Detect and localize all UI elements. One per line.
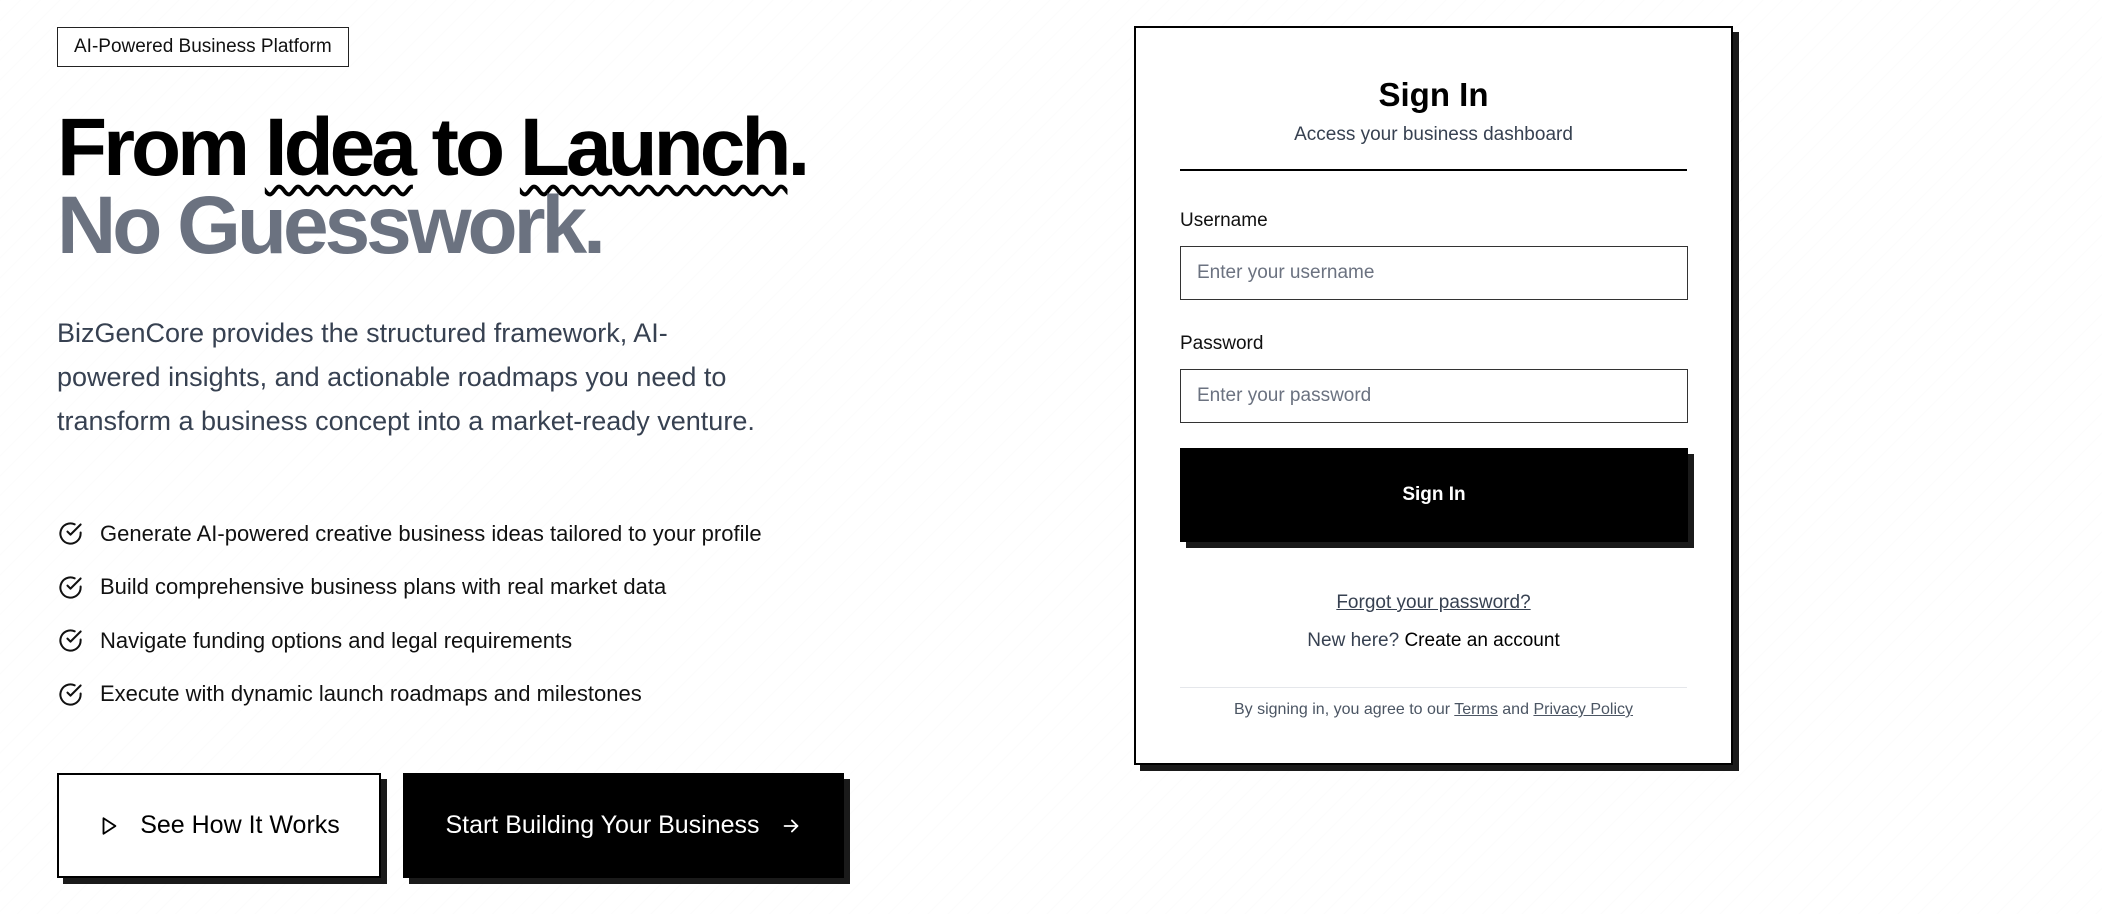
sign-in-subtitle: Access your business dashboard [1294,124,1573,145]
new-here-row: New here? Create an account [1136,630,1731,652]
privacy-policy-link[interactable]: Privacy Policy [1533,701,1633,718]
password-label: Password [1180,333,1264,354]
cta-group: See How It Works Start Building Your Bus… [57,773,844,878]
feature-text: Generate AI-powered creative business id… [100,520,762,546]
legal-notice: By signing in, you agree to our Terms an… [1136,701,1731,719]
username-label: Username [1180,210,1268,231]
sign-in-card: Sign In Access your business dashboard U… [1134,26,1733,765]
platform-badge: AI-Powered Business Platform [57,27,349,67]
hero-lead-paragraph: BizGenCore provides the structured frame… [57,318,755,436]
start-building-button[interactable]: Start Building Your Business [403,773,844,878]
legal-and: and [1502,701,1529,718]
check-circle-icon [59,683,82,706]
title-divider [1180,169,1687,171]
play-icon [102,816,117,835]
feature-list: Generate AI-powered creative business id… [57,507,1057,721]
password-input[interactable] [1180,369,1688,423]
feature-item: Build comprehensive business plans with … [57,561,1057,615]
feature-item: Generate AI-powered creative business id… [57,507,1057,561]
feature-item: Navigate funding options and legal requi… [57,614,1057,668]
hero-section: AI-Powered Business Platform From Idea t… [57,27,1057,721]
sign-in-title: Sign In [1378,76,1489,113]
feature-text: Navigate funding options and legal requi… [100,627,573,653]
start-building-label: Start Building Your Business [445,811,760,839]
see-how-it-works-button[interactable]: See How It Works [57,773,381,878]
forgot-password-row: Forgot your password? [1136,592,1731,614]
sign-in-button[interactable]: Sign In [1180,448,1688,542]
legal-prefix: By signing in, you agree to our [1233,701,1451,718]
check-circle-icon [59,522,82,545]
create-account-link[interactable]: Create an account [1404,630,1559,651]
headline-period: . [787,102,810,193]
terms-link[interactable]: Terms [1454,701,1498,718]
feature-text: Execute with dynamic launch roadmaps and… [100,681,642,707]
check-circle-icon [59,629,82,652]
username-input[interactable] [1180,246,1688,300]
legal-divider [1180,687,1687,688]
feature-item: Execute with dynamic launch roadmaps and… [57,668,1057,722]
forgot-password-link[interactable]: Forgot your password? [1336,592,1530,613]
new-here-text: New here? [1307,630,1400,651]
see-how-it-works-label: See How It Works [140,811,340,839]
feature-text: Build comprehensive business plans with … [100,574,667,600]
hero-headline: From Idea to Launch. No Guesswork. [57,107,1057,271]
check-circle-icon [59,576,82,599]
headline-line-1: From Idea to Launch. [57,107,1057,189]
headline-line-2: No Guesswork. [57,180,606,271]
arrow-right-icon [783,819,798,832]
